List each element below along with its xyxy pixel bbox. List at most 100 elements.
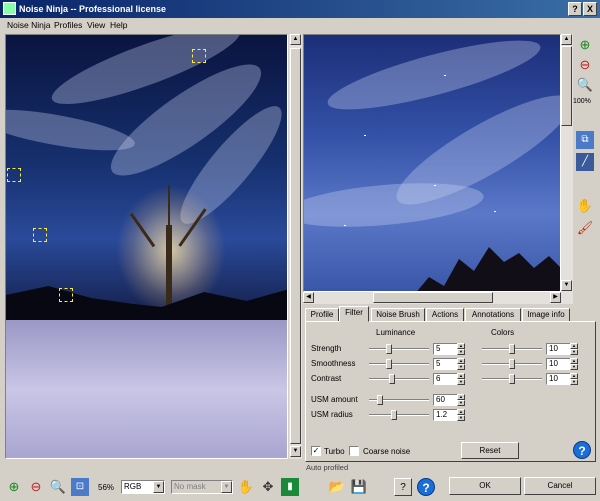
reset-button[interactable]: Reset bbox=[461, 442, 519, 459]
usm-amount-label: USM amount bbox=[311, 395, 358, 404]
zoom-icon[interactable]: 🔍 bbox=[49, 478, 67, 496]
scroll-thumb[interactable] bbox=[290, 48, 301, 444]
tab-image-info[interactable]: Image info bbox=[522, 308, 570, 322]
usm-radius-slider[interactable] bbox=[369, 410, 429, 420]
original-image-pane[interactable] bbox=[5, 34, 288, 459]
close-button[interactable]: X bbox=[583, 2, 597, 16]
color-mode-value: RGB bbox=[124, 482, 142, 491]
turbo-label: Turbo bbox=[324, 447, 345, 456]
mask-select[interactable]: No mask ▼ bbox=[171, 480, 233, 494]
help-icon[interactable]: ? bbox=[417, 478, 435, 496]
contrast-label: Contrast bbox=[311, 374, 342, 383]
cloud-streak bbox=[304, 176, 486, 234]
star bbox=[494, 211, 496, 212]
tree-silhouette bbox=[414, 247, 560, 291]
star bbox=[344, 225, 346, 226]
star bbox=[444, 75, 446, 76]
coarse-noise-checkbox[interactable] bbox=[349, 446, 359, 456]
strength-lum-spinner[interactable]: ▲ ▼ bbox=[457, 343, 465, 355]
scroll-down-arrow[interactable]: ▼ bbox=[290, 446, 301, 457]
filter-panel: Luminance Colors Strength 5 ▲ ▼ 10 ▲ ▼ Smo… bbox=[305, 321, 596, 462]
scroll-thumb[interactable] bbox=[373, 292, 493, 303]
status-text: Auto profiled bbox=[306, 463, 349, 472]
histogram-icon[interactable]: ▮ bbox=[281, 478, 299, 496]
noise-sample-box[interactable] bbox=[192, 49, 206, 63]
brush-tool-icon[interactable]: 🖌 bbox=[576, 219, 594, 237]
cancel-button[interactable]: Cancel bbox=[524, 477, 596, 495]
strength-label: Strength bbox=[311, 344, 342, 353]
zoom-in-icon[interactable]: ⊕ bbox=[576, 36, 594, 54]
tab-annotations[interactable]: Annotations bbox=[465, 308, 521, 322]
smoothness-col-slider[interactable] bbox=[482, 359, 542, 369]
left-scrollbar[interactable]: ▲ ▼ bbox=[289, 34, 302, 459]
contrast-lum-spinner[interactable]: ▲ ▼ bbox=[457, 373, 465, 385]
tab-noise-brush[interactable]: Noise Brush bbox=[371, 308, 425, 322]
preview-pane[interactable] bbox=[303, 34, 561, 292]
strength-col-spinner[interactable]: ▲ ▼ bbox=[570, 343, 578, 355]
zoom-in-icon[interactable]: ⊕ bbox=[5, 478, 23, 496]
chevron-down-icon: ▼ bbox=[153, 481, 164, 493]
menu-profiles[interactable]: Profiles bbox=[54, 20, 82, 30]
scroll-up-arrow[interactable]: ▲ bbox=[561, 34, 572, 45]
hand-tool-icon[interactable]: ✋ bbox=[576, 197, 594, 215]
noise-sample-box[interactable] bbox=[59, 288, 73, 302]
noise-sample-box[interactable] bbox=[33, 228, 47, 242]
fit-view-icon[interactable]: ⊡ bbox=[71, 478, 89, 496]
star bbox=[364, 135, 366, 136]
menu-noise-ninja[interactable]: Noise Ninja bbox=[7, 20, 50, 30]
contrast-col-spinner[interactable]: ▲ ▼ bbox=[570, 373, 578, 385]
window-title: Noise Ninja -- Professional license bbox=[19, 4, 167, 14]
tab-profile[interactable]: Profile bbox=[305, 308, 339, 322]
preview-vscrollbar[interactable]: ▲ ▼ bbox=[561, 34, 573, 292]
menu-bar: Noise Ninja Profiles View Help bbox=[0, 18, 600, 32]
smoothness-col-spinner[interactable]: ▲ ▼ bbox=[570, 358, 578, 370]
star bbox=[434, 185, 436, 186]
noise-sample-box[interactable] bbox=[7, 168, 21, 182]
smoothness-lum-slider[interactable] bbox=[369, 359, 429, 369]
contrast-lum-slider[interactable] bbox=[369, 374, 429, 384]
chevron-down-icon: ▼ bbox=[221, 481, 232, 493]
scroll-up-arrow[interactable]: ▲ bbox=[290, 34, 301, 45]
scroll-left-arrow[interactable]: ◀ bbox=[303, 292, 314, 303]
turbo-checkbox[interactable]: ✓ bbox=[311, 446, 321, 456]
coarse-noise-label: Coarse noise bbox=[363, 447, 411, 456]
preview-hscrollbar[interactable]: ◀ ▶ bbox=[303, 292, 573, 304]
help-title-button[interactable]: ? bbox=[568, 2, 582, 16]
context-help-icon[interactable]: ? bbox=[394, 478, 412, 496]
menu-help[interactable]: Help bbox=[110, 20, 127, 30]
menu-view[interactable]: View bbox=[87, 20, 105, 30]
snow-path bbox=[6, 320, 287, 458]
scroll-thumb[interactable] bbox=[561, 46, 572, 126]
split-view-icon[interactable]: ╱ bbox=[576, 153, 594, 171]
contrast-col-slider[interactable] bbox=[482, 374, 542, 384]
scroll-right-arrow[interactable]: ▶ bbox=[550, 292, 561, 303]
usm-amount-spinner[interactable]: ▲ ▼ bbox=[457, 394, 465, 406]
smoothness-lum-spinner[interactable]: ▲ ▼ bbox=[457, 358, 465, 370]
move-tool-icon[interactable]: ✥ bbox=[259, 478, 277, 496]
cloud-streak bbox=[6, 101, 138, 159]
open-folder-icon[interactable]: 📂 bbox=[328, 478, 346, 496]
usm-radius-spinner[interactable]: ▲ ▼ bbox=[457, 409, 465, 421]
zoom-actual-icon[interactable]: 🔍 bbox=[576, 76, 594, 94]
scroll-down-arrow[interactable]: ▼ bbox=[561, 280, 572, 291]
save-icon[interactable]: 💾 bbox=[350, 478, 368, 496]
ok-button[interactable]: OK bbox=[449, 477, 521, 495]
luminance-header: Luminance bbox=[376, 328, 416, 337]
color-mode-select[interactable]: RGB ▼ bbox=[121, 480, 165, 494]
strength-col-slider[interactable] bbox=[482, 344, 542, 354]
usm-radius-label: USM radius bbox=[311, 410, 353, 419]
strength-lum-slider[interactable] bbox=[369, 344, 429, 354]
tree-branch bbox=[168, 185, 170, 230]
mask-select-value: No mask bbox=[174, 482, 206, 491]
usm-amount-slider[interactable] bbox=[369, 395, 429, 405]
hand-tool-icon[interactable]: ✋ bbox=[237, 478, 255, 496]
colors-header: Colors bbox=[491, 328, 515, 337]
help-icon[interactable]: ? bbox=[573, 441, 591, 459]
tab-actions[interactable]: Actions bbox=[426, 308, 464, 322]
app-icon bbox=[3, 2, 16, 15]
zoom-out-icon[interactable]: ⊖ bbox=[576, 56, 594, 74]
zoom-out-icon[interactable]: ⊖ bbox=[27, 478, 45, 496]
tab-filter[interactable]: Filter bbox=[339, 306, 369, 322]
title-bar: Noise Ninja -- Professional license ? X bbox=[0, 0, 600, 18]
compare-view-icon[interactable]: ⧉ bbox=[576, 131, 594, 149]
